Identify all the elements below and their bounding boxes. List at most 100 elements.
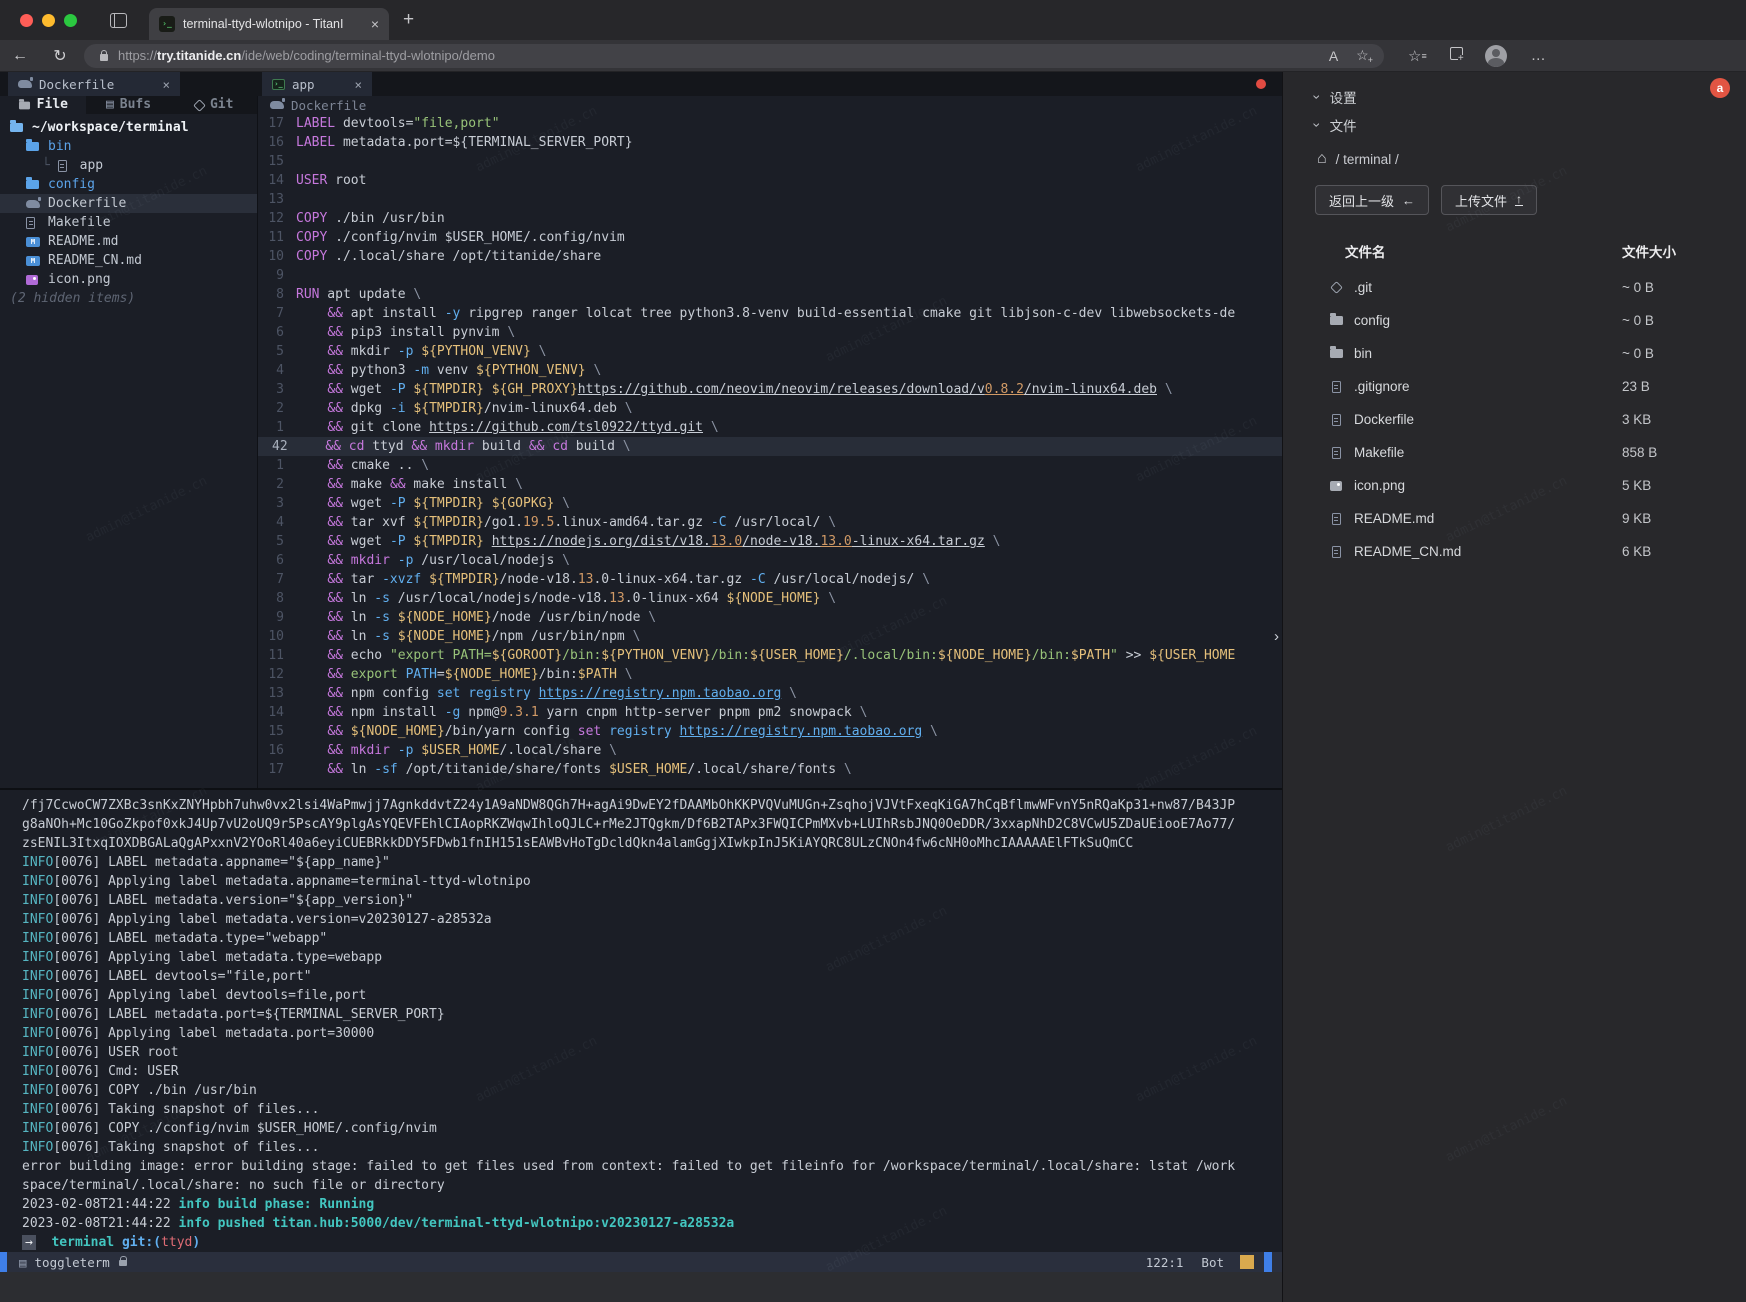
file-row-readme-md[interactable]: README.md9 KB bbox=[1283, 502, 1746, 535]
code-line[interactable]: 1 && cmake .. \ bbox=[258, 456, 1282, 475]
text-segment: ${TMPDIR} bbox=[413, 515, 483, 530]
code-line[interactable]: 8 && ln -s /usr/local/nodejs/node-v18.13… bbox=[258, 589, 1282, 608]
file-row-readme-cn-md[interactable]: README_CN.md6 KB bbox=[1283, 535, 1746, 568]
code-line[interactable]: 10 && ln -s ${NODE_HOME}/npm /usr/bin/np… bbox=[258, 627, 1282, 646]
upload-file-button[interactable]: 上传文件 ↑ bbox=[1441, 185, 1537, 215]
tree-item-icon-png[interactable]: icon.png bbox=[0, 270, 257, 289]
close-icon[interactable]: × bbox=[354, 77, 362, 92]
line-number: 2 bbox=[258, 475, 296, 494]
back-button[interactable]: ← bbox=[0, 47, 40, 65]
code-line[interactable]: 6 && pip3 install pynvim \ bbox=[258, 323, 1282, 342]
user-avatar-badge[interactable]: a bbox=[1710, 78, 1730, 98]
close-icon[interactable]: × bbox=[162, 77, 170, 92]
code-line[interactable]: 2 && make && make install \ bbox=[258, 475, 1282, 494]
tree-item-config[interactable]: config bbox=[0, 175, 257, 194]
collections-icon[interactable] bbox=[1450, 47, 1463, 64]
window-close-button[interactable] bbox=[20, 14, 33, 27]
text-size-icon[interactable]: A bbox=[1329, 48, 1338, 64]
code-line[interactable]: 13 && npm config set registry https://re… bbox=[258, 684, 1282, 703]
browser-tab[interactable]: ›_ terminal-ttyd-wlotnipo - TitanI × bbox=[149, 8, 389, 40]
code-line[interactable]: 7 && tar -xvzf ${TMPDIR}/node-v18.13.0-l… bbox=[258, 570, 1282, 589]
code-line[interactable]: 15 bbox=[258, 152, 1282, 171]
code-line[interactable]: 15 && ${NODE_HOME}/bin/yarn config set r… bbox=[258, 722, 1282, 741]
new-tab-button[interactable]: + bbox=[403, 9, 414, 31]
code-line[interactable]: 13 bbox=[258, 190, 1282, 209]
tab-actions-icon[interactable] bbox=[110, 13, 127, 28]
text-segment bbox=[531, 686, 539, 701]
file-row--git[interactable]: .git~ 0 B bbox=[1283, 271, 1746, 304]
code-line[interactable]: 7 && apt install -y ripgrep ranger lolca… bbox=[258, 304, 1282, 323]
settings-section-header[interactable]: › 设置 a bbox=[1283, 83, 1746, 111]
code-line[interactable]: 42 && cd ttyd && mkdir build && cd build… bbox=[258, 437, 1282, 456]
buffer-tab-dockerfile[interactable]: Dockerfile × bbox=[8, 72, 180, 96]
path-breadcrumb[interactable]: ⌂ / terminal / bbox=[1283, 139, 1746, 179]
code-line[interactable]: 8RUN apt update \ bbox=[258, 285, 1282, 304]
code-line[interactable]: 3 && wget -P ${TMPDIR} ${GOPKG} \ bbox=[258, 494, 1282, 513]
text-segment: -p bbox=[398, 344, 414, 359]
text-segment: \ bbox=[515, 477, 523, 492]
file-row-makefile[interactable]: Makefile858 B bbox=[1283, 436, 1746, 469]
code-line[interactable]: 9 && ln -s ${NODE_HOME}/node /usr/bin/no… bbox=[258, 608, 1282, 627]
file-row-bin[interactable]: bin~ 0 B bbox=[1283, 337, 1746, 370]
tree-item-readme-cn-md[interactable]: README_CN.md bbox=[0, 251, 257, 270]
file-icon bbox=[1332, 447, 1341, 459]
code-line[interactable]: 6 && mkdir -p /usr/local/nodejs \ bbox=[258, 551, 1282, 570]
favorites-icon[interactable]: ☆≡ bbox=[1408, 47, 1426, 65]
tree-item-bin[interactable]: bin bbox=[0, 137, 257, 156]
tree-item-makefile[interactable]: Makefile bbox=[0, 213, 257, 232]
sidebar-tab-bufs[interactable]: ▤ Bufs bbox=[86, 96, 172, 114]
code-line[interactable]: 16LABEL metadata.port=${TERMINAL_SERVER_… bbox=[258, 133, 1282, 152]
terminal-panel[interactable]: /fj7CcwoCW7ZXBc3snKxZNYHpbh7uhw0vx2lsi4W… bbox=[0, 788, 1282, 1252]
window-minimize-button[interactable] bbox=[42, 14, 55, 27]
tree-item-app[interactable]: └ app bbox=[0, 156, 257, 175]
profile-avatar[interactable] bbox=[1485, 45, 1507, 67]
text-segment: 13 bbox=[609, 591, 625, 606]
file-row--gitignore[interactable]: .gitignore23 B bbox=[1283, 370, 1746, 403]
code-line[interactable]: 10COPY ./.local/share /opt/titanide/shar… bbox=[258, 247, 1282, 266]
tree-item--2-hidden-items-[interactable]: (2 hidden items) bbox=[0, 289, 257, 308]
panel-collapse-handle[interactable]: › bbox=[1274, 628, 1279, 645]
add-favorite-icon[interactable]: ☆+ bbox=[1356, 47, 1374, 64]
text-segment: -P bbox=[390, 382, 406, 397]
browser-menu-icon[interactable]: … bbox=[1531, 47, 1546, 64]
files-section-header[interactable]: › 文件 bbox=[1283, 111, 1746, 139]
file-row-dockerfile[interactable]: Dockerfile3 KB bbox=[1283, 403, 1746, 436]
code-line[interactable]: 11COPY ./config/nvim $USER_HOME/.config/… bbox=[258, 228, 1282, 247]
code-line[interactable]: 2 && dpkg -i ${TMPDIR}/nvim-linux64.deb … bbox=[258, 399, 1282, 418]
code-line[interactable]: 17LABEL devtools="file,port" bbox=[258, 114, 1282, 133]
file-row-config[interactable]: config~ 0 B bbox=[1283, 304, 1746, 337]
tree-item-dockerfile[interactable]: Dockerfile bbox=[0, 194, 257, 213]
code-line[interactable]: 14USER root bbox=[258, 171, 1282, 190]
code-editor[interactable]: Dockerfile 17LABEL devtools="file,port"1… bbox=[258, 96, 1282, 788]
code-line[interactable]: 1 && git clone https://github.com/tsl092… bbox=[258, 418, 1282, 437]
code-line[interactable]: 11 && echo "export PATH=${GOROOT}/bin:${… bbox=[258, 646, 1282, 665]
tree-item-readme-md[interactable]: README.md bbox=[0, 232, 257, 251]
code-line[interactable]: 12 && export PATH=${NODE_HOME}/bin:$PATH… bbox=[258, 665, 1282, 684]
code-line[interactable]: 5 && mkdir -p ${PYTHON_VENV} \ bbox=[258, 342, 1282, 361]
reload-button[interactable]: ↻ bbox=[40, 46, 80, 66]
text-segment: cd bbox=[552, 439, 568, 454]
record-indicator-icon[interactable] bbox=[1256, 79, 1266, 89]
sidebar-tab-git[interactable]: Git bbox=[171, 96, 257, 114]
address-bar[interactable]: https://try.titanide.cn/ide/web/coding/t… bbox=[84, 44, 1384, 68]
tree-item--workspace-terminal[interactable]: ~/workspace/terminal bbox=[0, 118, 257, 137]
text-segment: [0076] Applying label metadata.type=weba… bbox=[53, 950, 382, 965]
window-zoom-button[interactable] bbox=[64, 14, 77, 27]
file-row-icon-png[interactable]: icon.png5 KB bbox=[1283, 469, 1746, 502]
tab-close-icon[interactable]: × bbox=[371, 16, 379, 32]
code-line[interactable]: 14 && npm install -g npm@9.3.1 yarn cnpm… bbox=[258, 703, 1282, 722]
go-up-button[interactable]: 返回上一级 ← bbox=[1315, 185, 1429, 215]
buffer-tab-app[interactable]: app × bbox=[262, 72, 372, 96]
sidebar-tab-file[interactable]: File bbox=[0, 96, 86, 114]
code-line[interactable]: 16 && mkdir -p $USER_HOME/.local/share \ bbox=[258, 741, 1282, 760]
scroll-indicator: Bot bbox=[1201, 1255, 1224, 1270]
code-line[interactable]: 9 bbox=[258, 266, 1282, 285]
home-icon[interactable]: ⌂ bbox=[1317, 150, 1327, 168]
code-line[interactable]: 4 && tar xvf ${TMPDIR}/go1.19.5.linux-am… bbox=[258, 513, 1282, 532]
code-line[interactable]: 12COPY ./bin /usr/bin bbox=[258, 209, 1282, 228]
text-segment: \ bbox=[507, 325, 515, 340]
code-line[interactable]: 17 && ln -sf /opt/titanide/share/fonts $… bbox=[258, 760, 1282, 779]
code-line[interactable]: 5 && wget -P ${TMPDIR} https://nodejs.or… bbox=[258, 532, 1282, 551]
code-line[interactable]: 3 && wget -P ${TMPDIR} ${GH_PROXY}https:… bbox=[258, 380, 1282, 399]
code-line[interactable]: 4 && python3 -m venv ${PYTHON_VENV} \ bbox=[258, 361, 1282, 380]
